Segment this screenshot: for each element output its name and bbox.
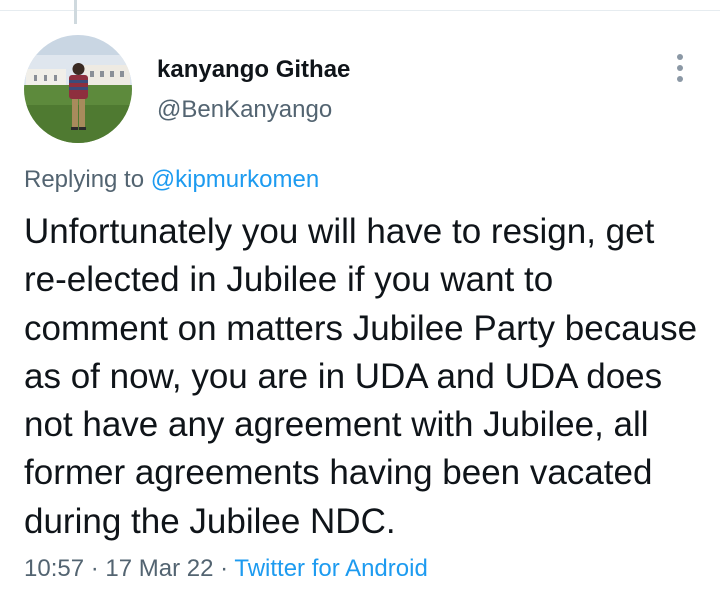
tweet-time[interactable]: 10:57 xyxy=(24,555,84,582)
more-dot xyxy=(677,54,683,60)
divider xyxy=(0,10,720,11)
author-display-name[interactable]: kanyango Githae xyxy=(157,56,350,84)
author-handle[interactable]: @BenKanyango xyxy=(157,96,332,124)
replying-to: Replying to @kipmurkomen xyxy=(24,166,319,194)
avatar-image xyxy=(24,35,132,143)
avatar[interactable] xyxy=(24,35,132,143)
tweet-metadata: 10:57 · 17 Mar 22 · Twitter for Android xyxy=(24,555,428,583)
tweet-date[interactable]: 17 Mar 22 xyxy=(105,555,213,582)
more-vertical-icon[interactable] xyxy=(664,50,696,86)
more-dot xyxy=(677,65,683,71)
tweet-source[interactable]: Twitter for Android xyxy=(234,555,427,582)
meta-separator: · xyxy=(220,555,229,582)
tweet-text: Unfortunately you will have to resign, g… xyxy=(24,212,698,541)
replying-to-link[interactable]: @kipmurkomen xyxy=(151,166,319,193)
meta-separator: · xyxy=(90,555,99,582)
more-dot xyxy=(677,76,683,82)
thread-connector-line xyxy=(74,0,77,24)
replying-to-label: Replying to xyxy=(24,166,145,193)
